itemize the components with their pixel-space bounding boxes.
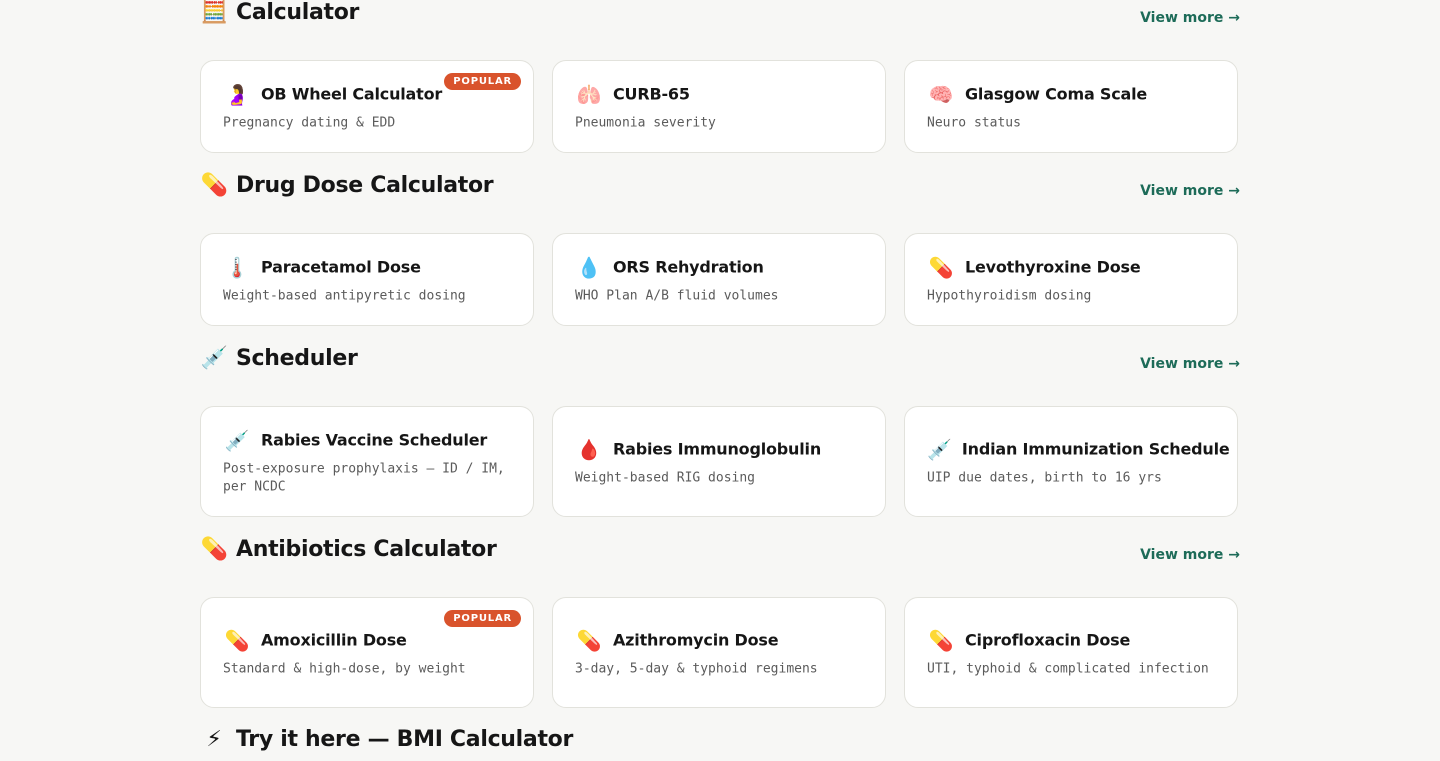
section-title: 💉 Scheduler — [200, 346, 358, 371]
card-description: Pregnancy dating & EDD — [223, 115, 396, 130]
view-more-link[interactable]: View more → — [1140, 356, 1240, 372]
card-description: 3-day, 5-day & typhoid regimens — [575, 661, 818, 676]
card-title: Rabies Vaccine Scheduler — [261, 430, 488, 450]
section-title-text: Antibiotics Calculator — [236, 537, 497, 562]
card-paracetamol-dose[interactable]: 🌡️ Paracetamol Dose Weight-based antipyr… — [200, 233, 534, 326]
pill-icon: 💊 — [576, 628, 602, 652]
card-rabies-immunoglobulin[interactable]: 🩸 Rabies Immunoglobulin Weight-based RIG… — [552, 406, 886, 517]
card-curb-65[interactable]: 🫁 CURB-65 Pneumonia severity — [552, 60, 886, 153]
lightning-icon: ⚡ — [206, 727, 222, 752]
section-title-text: Scheduler — [236, 346, 358, 371]
pill-icon: 💊 — [928, 628, 954, 652]
popular-badge: POPULAR — [444, 610, 521, 627]
view-more-link[interactable]: View more → — [1140, 10, 1240, 26]
thermometer-icon: 🌡️ — [224, 255, 250, 279]
view-more-link[interactable]: View more → — [1140, 183, 1240, 199]
card-levothyroxine-dose[interactable]: 💊 Levothyroxine Dose Hypothyroidism dosi… — [904, 233, 1238, 326]
card-title: Azithromycin Dose — [613, 630, 779, 650]
section-title: 🧮 Calculator — [200, 0, 359, 25]
syringe-icon: 💉 — [200, 346, 228, 371]
card-ors-rehydration[interactable]: 💧 ORS Rehydration WHO Plan A/B fluid vol… — [552, 233, 886, 326]
lungs-icon: 🫁 — [576, 82, 602, 106]
section-header: 💉 Scheduler View more → — [200, 346, 1240, 380]
card-indian-immunization-schedule[interactable]: 💉 Indian Immunization Schedule UIP due d… — [904, 406, 1238, 517]
card-azithromycin-dose[interactable]: 💊 Azithromycin Dose 3-day, 5-day & typho… — [552, 597, 886, 708]
card-description: Standard & high-dose, by weight — [223, 661, 466, 676]
card-title: Ciprofloxacin Dose — [965, 630, 1131, 650]
card-description: Pneumonia severity — [575, 115, 716, 130]
section-title: 💊 Drug Dose Calculator — [200, 173, 493, 198]
droplet-icon: 💧 — [576, 255, 602, 279]
section-title: 💊 Antibiotics Calculator — [200, 537, 497, 562]
card-title: ORS Rehydration — [613, 257, 764, 277]
card-description: Post-exposure prophylaxis — ID / IM, per… — [223, 461, 505, 494]
card-title: CURB-65 — [613, 84, 690, 104]
card-title: Amoxicillin Dose — [261, 630, 407, 650]
card-title: Indian Immunization Schedule — [961, 439, 1230, 459]
card-rabies-vaccine-scheduler[interactable]: 💉 Rabies Vaccine Scheduler Post-exposure… — [200, 406, 534, 517]
card-description: Neuro status — [927, 115, 1021, 130]
section-title-text: Calculator — [236, 0, 360, 25]
card-description: WHO Plan A/B fluid volumes — [575, 288, 779, 303]
pill-icon: 💊 — [928, 255, 954, 279]
brain-icon: 🧠 — [928, 82, 954, 106]
section-header: ⚡ Try it here — BMI Calculator — [200, 727, 1240, 761]
card-title: Levothyroxine Dose — [965, 257, 1141, 277]
card-description: UTI, typhoid & complicated infection — [927, 661, 1209, 676]
card-title: Rabies Immunoglobulin — [613, 439, 822, 459]
section-title: ⚡ Try it here — BMI Calculator — [200, 727, 573, 752]
view-more-link[interactable]: View more → — [1140, 547, 1240, 563]
card-glasgow-coma-scale[interactable]: 🧠 Glasgow Coma Scale Neuro status — [904, 60, 1238, 153]
pill-icon: 💊 — [200, 537, 228, 562]
card-ob-wheel[interactable]: POPULAR 🤰 OB Wheel Calculator Pregnancy … — [200, 60, 534, 153]
card-description: UIP due dates, birth to 16 yrs — [927, 470, 1162, 485]
card-description: Weight-based RIG dosing — [575, 470, 756, 485]
section-header: 🧮 Calculator View more → — [200, 0, 1240, 34]
card-title: Glasgow Coma Scale — [965, 84, 1148, 104]
card-title: Paracetamol Dose — [261, 257, 421, 277]
syringe-icon: 💉 — [224, 428, 250, 452]
card-amoxicillin-dose[interactable]: POPULAR 💊 Amoxicillin Dose Standard & hi… — [200, 597, 534, 708]
pregnant-woman-icon: 🤰 — [224, 82, 250, 106]
card-title: OB Wheel Calculator — [261, 84, 443, 104]
syringe-icon: 💉 — [927, 437, 952, 461]
section-title-text: Try it here — BMI Calculator — [236, 727, 574, 752]
section-title-text: Drug Dose Calculator — [236, 173, 494, 198]
card-ciprofloxacin-dose[interactable]: 💊 Ciprofloxacin Dose UTI, typhoid & comp… — [904, 597, 1238, 708]
card-description: Weight-based antipyretic dosing — [223, 288, 466, 303]
section-header: 💊 Drug Dose Calculator View more → — [200, 173, 1240, 207]
card-description: Hypothyroidism dosing — [927, 288, 1092, 303]
pill-icon: 💊 — [224, 628, 250, 652]
abacus-icon: 🧮 — [200, 0, 228, 25]
blood-drop-icon: 🩸 — [576, 437, 602, 461]
pill-icon: 💊 — [200, 173, 228, 198]
section-header: 💊 Antibiotics Calculator View more → — [200, 537, 1240, 571]
